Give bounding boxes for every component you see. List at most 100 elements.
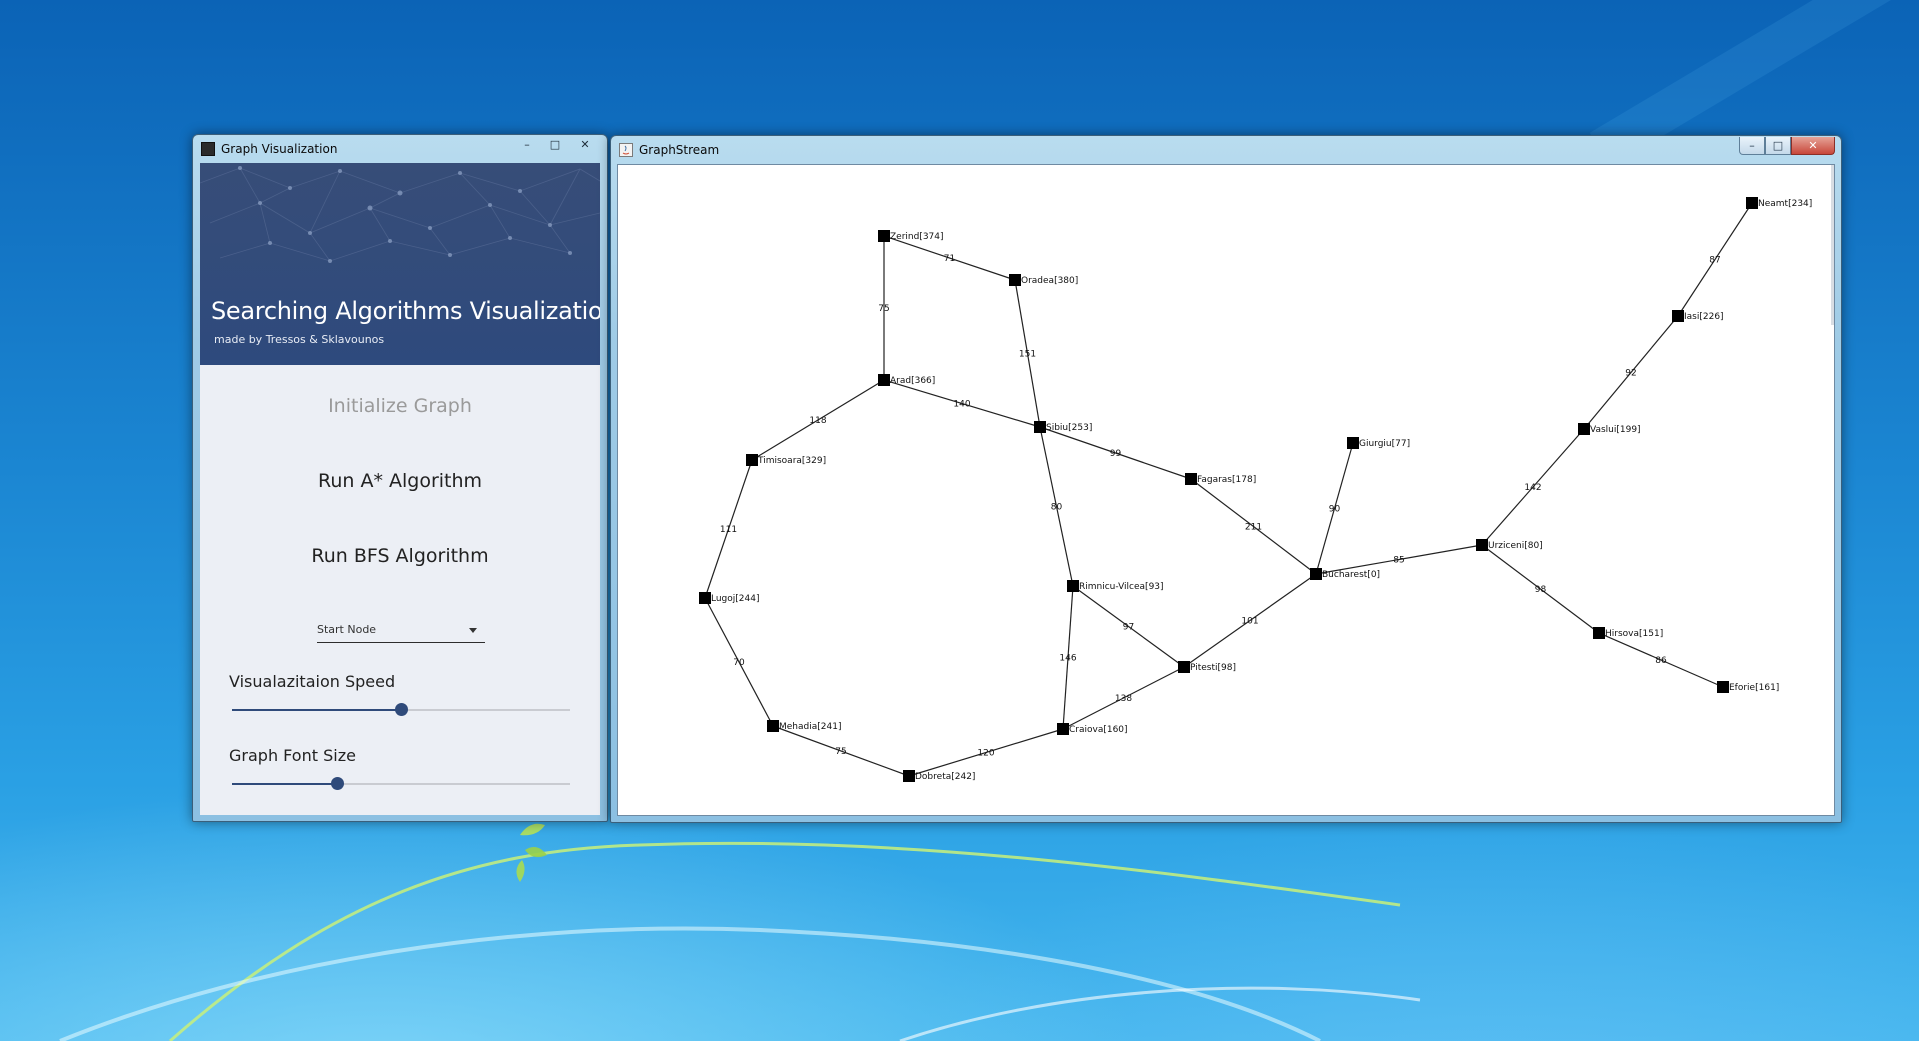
close-button[interactable]: ✕ bbox=[569, 135, 601, 153]
graph-view[interactable]: 71 75 151 140 118 111 70 75 120 99 80 97 146 138 211 10… bbox=[618, 165, 1835, 816]
node-marker[interactable] bbox=[878, 374, 890, 386]
maximize-button[interactable]: □ bbox=[1765, 137, 1791, 155]
node-label: Fagaras[178] bbox=[1197, 475, 1256, 485]
node-marker[interactable] bbox=[1067, 580, 1079, 592]
node-marker[interactable] bbox=[1034, 421, 1046, 433]
node-marker[interactable] bbox=[1009, 274, 1021, 286]
graph-node-timisoara[interactable]: Timisoara[329] bbox=[746, 454, 826, 466]
node-label: Bucharest[0] bbox=[1322, 570, 1380, 580]
graphstream-window: GraphStream – □ ✕ 71 75 151 140 118 111 70 75 12… bbox=[610, 135, 1842, 823]
node-label: Giurgiu[77] bbox=[1359, 439, 1410, 449]
graph-node-giurgiu[interactable]: Giurgiu[77] bbox=[1347, 437, 1410, 449]
close-button[interactable]: ✕ bbox=[1791, 137, 1835, 155]
graph-node-neamt[interactable]: Neamt[234] bbox=[1746, 197, 1812, 209]
graph-node-pitesti[interactable]: Pitesti[98] bbox=[1178, 661, 1236, 673]
edge-weight-label: 138 bbox=[1115, 694, 1132, 704]
graph-node-urziceni[interactable]: Urziceni[80] bbox=[1476, 539, 1543, 551]
node-marker[interactable] bbox=[699, 592, 711, 604]
edge-weight-label: 85 bbox=[1393, 556, 1404, 566]
node-marker[interactable] bbox=[1347, 437, 1359, 449]
app-title: Searching Algorithms Visualization bbox=[211, 297, 600, 325]
graph-node-craiova[interactable]: Craiova[160] bbox=[1057, 723, 1128, 735]
graph-node-zerind[interactable]: Zerind[374] bbox=[878, 230, 944, 242]
node-marker[interactable] bbox=[1578, 423, 1590, 435]
leaf-decoration bbox=[516, 823, 547, 882]
chevron-down-icon bbox=[469, 628, 477, 633]
node-label: Eforie[161] bbox=[1729, 683, 1779, 693]
graph-node-arad[interactable]: Arad[366] bbox=[878, 374, 935, 386]
slider-fill bbox=[232, 709, 401, 711]
graph-node-dobreta[interactable]: Dobreta[242] bbox=[903, 770, 975, 782]
edge-weight-label: 142 bbox=[1524, 483, 1541, 493]
node-label: Arad[366] bbox=[890, 376, 935, 386]
run-bfs-button[interactable]: Run BFS Algorithm bbox=[200, 545, 600, 567]
node-marker[interactable] bbox=[1746, 197, 1758, 209]
node-label: Neamt[234] bbox=[1758, 199, 1812, 209]
graph-node-lugoj[interactable]: Lugoj[244] bbox=[699, 592, 759, 604]
graph-canvas[interactable]: 71 75 151 140 118 111 70 75 120 99 80 97 146 138 211 10… bbox=[617, 164, 1835, 816]
start-node-select[interactable]: Start Node bbox=[317, 619, 485, 643]
slider-thumb[interactable] bbox=[330, 777, 344, 790]
edge-weight-label: 75 bbox=[878, 304, 889, 314]
graph-visualization-window: Graph Visualization – □ ✕ Searching Algo… bbox=[192, 134, 608, 822]
graph-node-bucharest[interactable]: Bucharest[0] bbox=[1310, 568, 1380, 580]
font-size-slider[interactable] bbox=[232, 777, 570, 791]
node-marker[interactable] bbox=[1672, 310, 1684, 322]
speed-slider[interactable] bbox=[232, 703, 570, 717]
title-bar[interactable]: GraphStream – □ ✕ bbox=[611, 136, 1841, 164]
slider-thumb[interactable] bbox=[395, 703, 408, 716]
edge-weight-label: 211 bbox=[1245, 523, 1262, 533]
node-marker[interactable] bbox=[1593, 627, 1605, 639]
node-marker[interactable] bbox=[1310, 568, 1322, 580]
node-marker[interactable] bbox=[1178, 661, 1190, 673]
control-panel: Searching Algorithms Visualization made … bbox=[200, 163, 600, 815]
graph-node-vaslui[interactable]: Vaslui[199] bbox=[1578, 423, 1641, 435]
node-marker[interactable] bbox=[1476, 539, 1488, 551]
edge-weight-label: 75 bbox=[835, 747, 846, 757]
graph-node-fagaras[interactable]: Fagaras[178] bbox=[1185, 473, 1256, 485]
node-label: Dobreta[242] bbox=[915, 772, 975, 782]
minimize-button[interactable]: – bbox=[1739, 137, 1765, 155]
edge-weight-label: 90 bbox=[1329, 505, 1341, 515]
window-title: GraphStream bbox=[639, 143, 720, 157]
edge-weight-label: 99 bbox=[1110, 449, 1122, 459]
graph-node-eforie[interactable]: Eforie[161] bbox=[1717, 681, 1779, 693]
java-icon bbox=[619, 143, 633, 157]
node-label: Oradea[380] bbox=[1021, 276, 1078, 286]
run-astar-button[interactable]: Run A* Algorithm bbox=[200, 470, 600, 492]
node-label: Urziceni[80] bbox=[1488, 541, 1543, 551]
edge-weight-label: 98 bbox=[1535, 585, 1547, 595]
graph-node-hirsova[interactable]: Hirsova[151] bbox=[1593, 627, 1663, 639]
initialize-graph-button[interactable]: Initialize Graph bbox=[200, 395, 600, 417]
graph-node-mehadia[interactable]: Mehadia[241] bbox=[767, 720, 841, 732]
maximize-button[interactable]: □ bbox=[541, 135, 569, 153]
edge-weight-label: 111 bbox=[720, 525, 737, 535]
speed-slider-label: Visualazitaion Speed bbox=[229, 672, 396, 691]
node-label: Craiova[160] bbox=[1069, 725, 1128, 735]
node-label: Rimnicu-Vilcea[93] bbox=[1079, 582, 1164, 592]
node-label: Mehadia[241] bbox=[779, 722, 841, 732]
graph-node-iasi[interactable]: Iasi[226] bbox=[1672, 310, 1724, 322]
node-marker[interactable] bbox=[746, 454, 758, 466]
header-banner: Searching Algorithms Visualization made … bbox=[200, 163, 600, 365]
app-icon bbox=[201, 142, 215, 156]
node-marker[interactable] bbox=[767, 720, 779, 732]
edge-weight-label: 101 bbox=[1241, 617, 1258, 627]
node-marker[interactable] bbox=[1717, 681, 1729, 693]
window-controls: – □ ✕ bbox=[513, 135, 601, 153]
edge-weight-label: 86 bbox=[1655, 656, 1667, 666]
start-node-placeholder: Start Node bbox=[317, 623, 377, 636]
node-label: Lugoj[244] bbox=[711, 594, 759, 604]
node-marker[interactable] bbox=[1185, 473, 1197, 485]
node-label: Iasi[226] bbox=[1684, 312, 1724, 322]
node-marker[interactable] bbox=[878, 230, 890, 242]
graph-node-rimnicu[interactable]: Rimnicu-Vilcea[93] bbox=[1067, 580, 1164, 592]
node-marker[interactable] bbox=[903, 770, 915, 782]
graph-node-oradea[interactable]: Oradea[380] bbox=[1009, 274, 1078, 286]
graph-node-sibiu[interactable]: Sibiu[253] bbox=[1034, 421, 1092, 433]
edge-weight-label: 87 bbox=[1709, 256, 1720, 266]
title-bar[interactable]: Graph Visualization – □ ✕ bbox=[193, 135, 607, 163]
edge-weight-label: 146 bbox=[1059, 654, 1076, 664]
minimize-button[interactable]: – bbox=[513, 135, 541, 153]
node-marker[interactable] bbox=[1057, 723, 1069, 735]
